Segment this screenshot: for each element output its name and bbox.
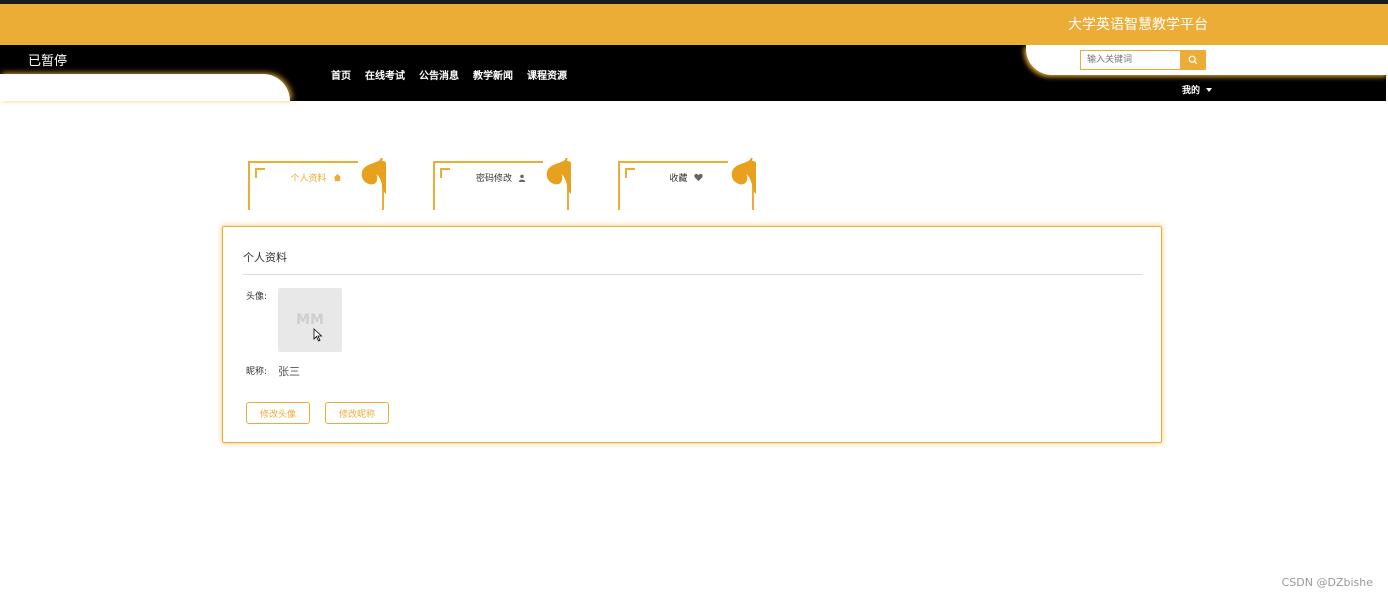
avatar-label: 头像: [246, 292, 268, 302]
panel-title: 个人资料 [243, 251, 287, 264]
heart-icon [693, 173, 703, 182]
tab-favorites[interactable]: 收藏 [618, 158, 756, 210]
profile-panel: 个人资料 头像: MM 昵称: 张三 修改头像 修改昵称 [222, 226, 1162, 443]
change-avatar-button[interactable]: 修改头像 [246, 402, 310, 424]
search-box [1080, 50, 1206, 70]
nav-item-exam[interactable]: 在线考试 [365, 67, 405, 82]
mouse-cursor-icon [313, 328, 323, 342]
nickname-label: 昵称: [246, 367, 268, 377]
status-text: 已暂停 [28, 54, 68, 69]
nickname-value: 张三 [278, 365, 300, 378]
nav-item-notice[interactable]: 公告消息 [419, 67, 459, 82]
avatar-placeholder: MM [296, 312, 324, 328]
tab-profile-label: 个人资料 [290, 174, 327, 184]
search-input[interactable] [1080, 50, 1180, 70]
my-menu-label: 我的 [1182, 86, 1201, 96]
nav-item-home[interactable]: 首页 [331, 67, 351, 82]
avatar[interactable]: MM [278, 288, 342, 352]
caret-down-icon [1206, 87, 1213, 92]
main-nav: 首页 在线考试 公告消息 教学新闻 课程资源 [331, 67, 567, 82]
tab-password[interactable]: 密码修改 [433, 158, 571, 210]
tab-profile[interactable]: 个人资料 [248, 158, 386, 210]
nav-item-news[interactable]: 教学新闻 [473, 67, 513, 82]
home-icon [333, 173, 341, 182]
watermark: CSDN @DZbishe [1281, 576, 1373, 589]
nav-item-resources[interactable]: 课程资源 [527, 67, 567, 82]
user-icon [518, 174, 526, 182]
divider [243, 274, 1143, 275]
tab-password-label: 密码修改 [475, 174, 512, 184]
search-icon [1188, 55, 1198, 65]
change-nickname-button[interactable]: 修改昵称 [325, 402, 389, 424]
site-title: 大学英语智慧教学平台 [1068, 17, 1208, 33]
left-decorative-tab [0, 74, 290, 101]
tab-favorites-label: 收藏 [669, 174, 688, 184]
search-button[interactable] [1180, 50, 1206, 70]
my-menu[interactable]: 我的 [1182, 83, 1213, 96]
